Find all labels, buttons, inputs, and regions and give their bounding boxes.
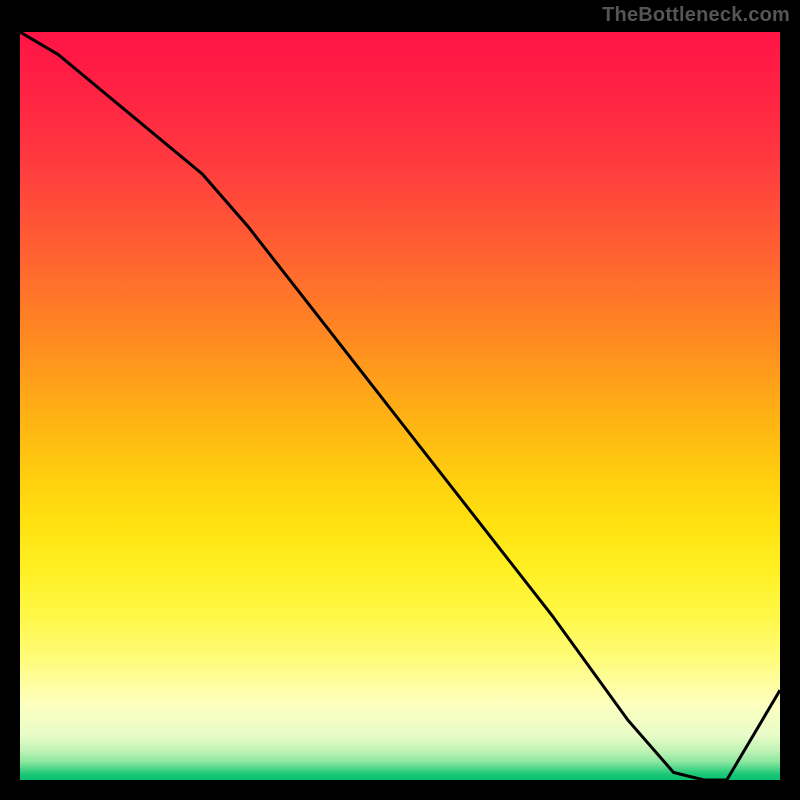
gradient-background bbox=[20, 32, 780, 780]
plot-area bbox=[20, 32, 780, 780]
chart-svg bbox=[20, 32, 780, 780]
plot-border bbox=[16, 28, 784, 784]
watermark-text: TheBottleneck.com bbox=[602, 4, 790, 27]
chart-frame: TheBottleneck.com bbox=[0, 0, 800, 800]
